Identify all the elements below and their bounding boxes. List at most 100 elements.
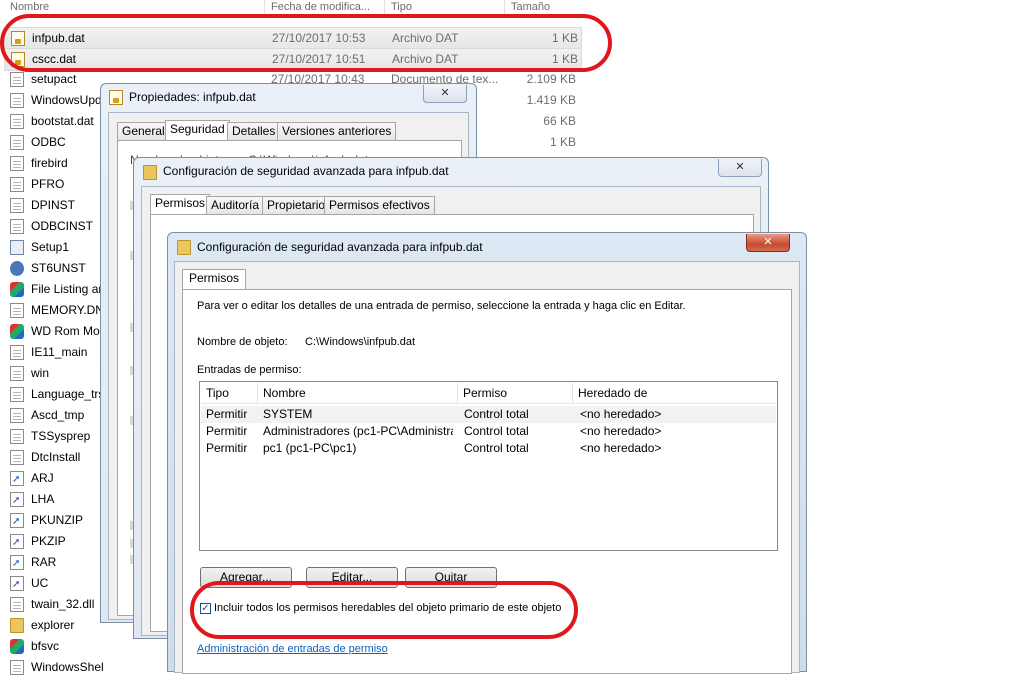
inherit-permissions-label[interactable]: Incluir todos los permisos heredables de…	[214, 602, 561, 614]
app-exe-icon	[10, 324, 24, 339]
file-name: WD Rom Mo	[31, 324, 100, 338]
tab-permissions[interactable]: Permisos	[182, 269, 247, 290]
entry-name: pc1 (pc1-PC\pc1)	[263, 441, 357, 455]
column-header-permission[interactable]: Permiso	[458, 383, 573, 403]
file-name: WindowsShell.Manifest	[31, 660, 103, 674]
file-row[interactable]: infpub.dat 27/10/2017 10:53 Archivo DAT 1 K…	[4, 27, 582, 50]
file-name: IE11_main	[31, 345, 88, 359]
tab-owner[interactable]: Propietario	[262, 196, 331, 215]
lock-file-icon	[109, 90, 123, 105]
column-header-type[interactable]: Tipo	[201, 383, 258, 403]
column-header-inherited[interactable]: Heredado de	[573, 383, 777, 403]
edit-button[interactable]: Editar...	[306, 567, 398, 588]
column-divider[interactable]	[504, 0, 505, 16]
file-name: PKUNZIP	[31, 513, 84, 527]
file-name: bfsvc	[31, 639, 60, 653]
file-name: Ascd_tmp	[31, 408, 85, 422]
file-size: 1 KB	[549, 135, 576, 149]
file-size: 1 KB	[551, 52, 578, 66]
object-name-value: C:\Windows\infpub.dat	[305, 336, 416, 348]
file-name: ST6UNST	[31, 261, 86, 275]
setup-exe-icon	[10, 240, 24, 255]
permission-entry-row[interactable]: Permitir SYSTEM Control total <no hereda…	[201, 406, 776, 423]
text-file-icon	[10, 345, 24, 360]
app-exe-icon	[10, 282, 24, 297]
close-button[interactable]: ✕	[423, 85, 467, 103]
text-file-icon	[10, 93, 24, 108]
settings-file-icon	[10, 366, 24, 381]
window-title: Configuración de seguridad avanzada para…	[163, 164, 449, 178]
entry-inherited: <no heredado>	[580, 441, 662, 455]
advanced-security-window: Configuración de seguridad avanzada para…	[167, 232, 807, 674]
permission-entry-row[interactable]: Permitir pc1 (pc1-PC\pc1) Control total …	[201, 440, 776, 457]
entry-name: SYSTEM	[263, 407, 313, 421]
tab-auditing[interactable]: Auditoría	[206, 196, 265, 215]
column-header-type[interactable]: Tipo	[391, 0, 412, 16]
file-row[interactable]: cscc.dat 27/10/2017 10:51 Archivo DAT 1 KB	[4, 48, 582, 71]
file-name: setupact	[31, 72, 77, 86]
file-icon	[10, 660, 24, 675]
file-name: ODBC	[31, 135, 66, 149]
advanced-security-client: Permisos Para ver o editar los detalles …	[174, 261, 800, 674]
file-name: WindowsUpd	[31, 93, 102, 107]
entry-permission: Control total	[464, 441, 529, 455]
manage-permission-entries-link[interactable]: Administración de entradas de permiso	[197, 643, 388, 655]
permission-entry-row[interactable]: Permitir Administradores (pc1-PC\Adminis…	[201, 423, 776, 440]
file-name: cscc.dat	[32, 52, 77, 66]
column-divider[interactable]	[384, 0, 385, 16]
window-title: Propiedades: infpub.dat	[129, 90, 256, 104]
entry-inherited: <no heredado>	[580, 424, 662, 438]
folder-icon	[177, 240, 191, 255]
tab-permissions[interactable]: Permisos	[150, 194, 211, 215]
file-name: firebird	[31, 156, 68, 170]
close-button[interactable]: ✕	[746, 234, 790, 252]
file-name: Setup1	[31, 240, 70, 254]
entry-permission: Control total	[464, 407, 529, 421]
settings-file-icon	[10, 387, 24, 402]
file-name: PKZIP	[31, 534, 66, 548]
permission-entries-list[interactable]: Tipo Nombre Permiso Heredado de Permitir…	[199, 381, 778, 551]
file-name: Language_trs	[31, 387, 103, 401]
object-name-label: Nombre de objeto:	[197, 336, 288, 348]
shortcut-icon	[10, 511, 24, 532]
gear-exe-icon	[10, 261, 24, 276]
file-name: explorer	[31, 618, 75, 632]
tab-general[interactable]: General	[117, 122, 170, 141]
tab-previous-versions[interactable]: Versiones anteriores	[277, 122, 397, 141]
file-type: Archivo DAT	[392, 31, 459, 45]
file-size: 66 KB	[543, 114, 576, 128]
file-name: RAR	[31, 555, 57, 569]
close-button[interactable]: ✕	[718, 159, 762, 177]
remove-button[interactable]: Quitar	[405, 567, 497, 588]
text-file-icon	[10, 72, 24, 87]
column-header-name[interactable]: Nombre	[10, 0, 49, 16]
file-name: DPINST	[31, 198, 76, 212]
file-name: bootstat.dat	[31, 114, 94, 128]
entry-type: Permitir	[206, 407, 248, 421]
folder-icon	[143, 165, 157, 180]
file-name: win	[31, 366, 50, 380]
settings-file-icon	[10, 408, 24, 423]
add-button[interactable]: Agregar...	[200, 567, 292, 588]
settings-file-icon	[10, 219, 24, 234]
shortcut-icon	[10, 574, 24, 595]
dll-file-icon	[10, 597, 24, 612]
permissions-tab-page: Para ver o editar los detalles de una en…	[182, 289, 792, 674]
column-header-date[interactable]: Fecha de modifica...	[271, 0, 370, 16]
explorer-exe-icon	[10, 618, 24, 633]
lock-file-icon	[11, 31, 25, 46]
file-name: ODBCINST	[31, 219, 94, 233]
file-name: infpub.dat	[32, 31, 85, 45]
tab-security[interactable]: Seguridad	[165, 120, 230, 141]
tab-details[interactable]: Detalles	[227, 122, 281, 141]
entry-type: Permitir	[206, 441, 248, 455]
file-name: twain_32.dll	[31, 597, 95, 611]
column-divider[interactable]	[264, 0, 265, 16]
entry-permission: Control total	[464, 424, 529, 438]
file-date: 27/10/2017 10:51	[272, 52, 366, 66]
tab-effective-permissions[interactable]: Permisos efectivos	[324, 196, 435, 215]
column-header-name[interactable]: Nombre	[258, 383, 458, 403]
inherit-permissions-checkbox[interactable]: ✓	[200, 603, 211, 614]
column-header-size[interactable]: Tamaño	[511, 0, 550, 16]
app-exe-icon	[10, 639, 24, 654]
